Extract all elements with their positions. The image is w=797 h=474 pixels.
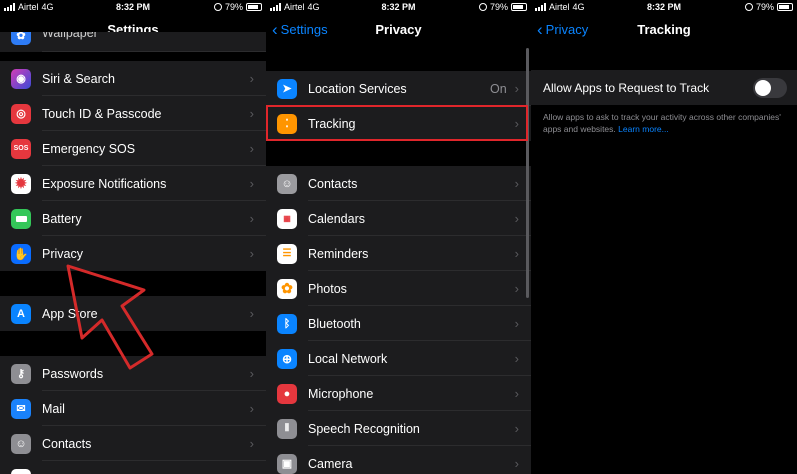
chevron-right-icon: › <box>249 306 254 321</box>
chevron-right-icon: › <box>249 176 254 191</box>
settings-item-contacts[interactable]: ☺ Contacts › <box>0 426 266 461</box>
calendar-icon <box>11 468 31 474</box>
app-store-icon: A <box>11 303 31 324</box>
toggle-knob <box>755 79 771 96</box>
reminders-icon: ☰ <box>277 243 297 264</box>
allow-tracking-label: Allow Apps to Request to Track <box>543 80 710 95</box>
chevron-right-icon: › <box>514 81 519 96</box>
settings-item-touch-id[interactable]: ◎ Touch ID & Passcode › <box>0 96 266 131</box>
key-icon: ⚷ <box>11 363 31 384</box>
status-bar: Airtel 4G 8:32 PM 79% <box>0 0 266 14</box>
chevron-right-icon: › <box>514 386 519 401</box>
contacts-icon: ☺ <box>11 433 31 454</box>
orientation-lock-icon <box>478 3 487 11</box>
settings-item-mail[interactable]: ✉ Mail › <box>0 391 266 426</box>
location-arrow-icon: ➤ <box>277 78 297 99</box>
privacy-item-bluetooth[interactable]: ᛒ Bluetooth › <box>266 306 531 341</box>
battery-status-icon <box>246 3 262 11</box>
sos-icon: SOS <box>11 138 31 159</box>
chevron-right-icon: › <box>514 281 519 296</box>
chevron-right-icon: › <box>249 246 254 261</box>
battery-icon <box>11 208 31 229</box>
camera-icon: ▣ <box>277 453 297 474</box>
tracking-description: Allow apps to ask to track your activity… <box>543 112 781 134</box>
page-title: Privacy <box>375 22 422 37</box>
privacy-item-reminders[interactable]: ☰ Reminders › <box>266 236 531 271</box>
mail-icon: ✉ <box>11 398 31 419</box>
chevron-right-icon: › <box>514 211 519 226</box>
location-services-status: On <box>489 81 507 96</box>
chevron-right-icon: › <box>514 316 519 331</box>
settings-item-exposure[interactable]: ✹ Exposure Notifications › <box>0 166 266 201</box>
annotation-arrow-icon <box>66 264 154 370</box>
privacy-item-calendars[interactable]: ▦ Calendars › <box>266 201 531 236</box>
orientation-lock-icon <box>213 3 222 11</box>
hand-icon: ✋ <box>11 243 31 264</box>
nav-bar: ‹ Privacy Tracking <box>531 14 797 46</box>
settings-screen: Airtel 4G 8:32 PM 79% Settings ✿ Wallpap… <box>0 0 266 474</box>
allow-tracking-toggle[interactable] <box>753 77 787 98</box>
status-bar: Airtel 4G 8:32 PM 79% <box>266 0 531 14</box>
calendar-icon: ▦ <box>277 208 297 229</box>
microphone-icon: ● <box>277 383 297 404</box>
learn-more-link[interactable]: Learn more... <box>618 124 669 134</box>
battery-percent: 79% <box>755 2 774 12</box>
settings-item-emergency-sos[interactable]: SOS Emergency SOS › <box>0 131 266 166</box>
tracking-highlight-box <box>266 105 528 141</box>
chevron-right-icon: › <box>249 366 254 381</box>
tracking-screen: Airtel 4G 8:32 PM 79% ‹ Privacy Tracking … <box>531 0 797 474</box>
chevron-right-icon: › <box>249 436 254 451</box>
battery-status-icon <box>511 3 527 11</box>
privacy-item-speech-recognition[interactable]: ⦀ Speech Recognition › <box>266 411 531 446</box>
exposure-icon: ✹ <box>11 173 31 194</box>
globe-icon: ⊕ <box>277 348 297 369</box>
contacts-icon: ☺ <box>277 173 297 194</box>
chevron-right-icon: › <box>514 456 519 471</box>
status-bar: Airtel 4G 8:32 PM 79% <box>531 0 797 14</box>
chevron-right-icon: › <box>514 176 519 191</box>
orientation-lock-icon <box>744 3 753 11</box>
privacy-item-local-network[interactable]: ⊕ Local Network › <box>266 341 531 376</box>
battery-percent: 79% <box>489 2 508 12</box>
wallpaper-icon: ✿ <box>11 32 31 45</box>
battery-percent: 79% <box>224 2 243 12</box>
chevron-right-icon: › <box>514 421 519 436</box>
settings-item-partial[interactable] <box>0 461 266 474</box>
privacy-item-camera[interactable]: ▣ Camera › <box>266 446 531 474</box>
siri-icon: ◉ <box>11 68 31 89</box>
chevron-right-icon: › <box>249 141 254 156</box>
settings-item-wallpaper[interactable]: ✿ Wallpaper <box>0 32 266 52</box>
chevron-right-icon: › <box>249 106 254 121</box>
privacy-item-microphone[interactable]: ● Microphone › <box>266 376 531 411</box>
page-title: Tracking <box>637 22 691 37</box>
scrollbar[interactable] <box>526 48 529 298</box>
photos-icon: ✿ <box>277 278 297 299</box>
settings-item-battery[interactable]: Battery › <box>0 201 266 236</box>
privacy-item-location-services[interactable]: ➤ Location Services On › <box>266 71 531 106</box>
chevron-right-icon: › <box>514 351 519 366</box>
nav-bar: ‹ Settings Privacy <box>266 14 531 46</box>
waveform-icon: ⦀ <box>277 418 297 439</box>
fingerprint-icon: ◎ <box>11 103 31 124</box>
privacy-item-photos[interactable]: ✿ Photos › <box>266 271 531 306</box>
chevron-right-icon: › <box>249 401 254 416</box>
chevron-right-icon: › <box>249 211 254 226</box>
privacy-screen: Airtel 4G 8:32 PM 79% ‹ Settings Privacy … <box>266 0 531 474</box>
chevron-right-icon: › <box>249 71 254 86</box>
battery-status-icon <box>777 3 793 11</box>
chevron-right-icon: › <box>514 246 519 261</box>
settings-item-siri[interactable]: ◉ Siri & Search › <box>0 61 266 96</box>
allow-tracking-row: Allow Apps to Request to Track <box>531 70 797 105</box>
bluetooth-icon: ᛒ <box>277 313 297 334</box>
privacy-item-contacts[interactable]: ☺ Contacts › <box>266 166 531 201</box>
